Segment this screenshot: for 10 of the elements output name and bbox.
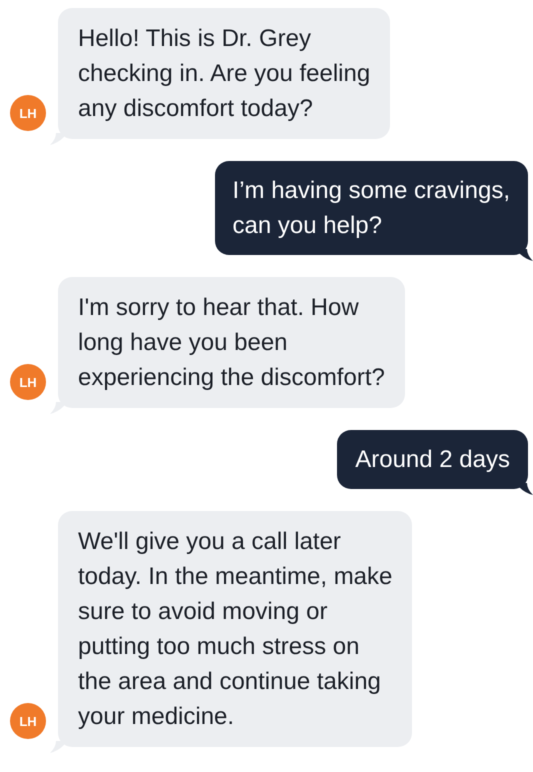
message-bubble: I’m having some cravings, can you help? — [214, 161, 528, 255]
bubble-tail — [519, 249, 533, 261]
avatar: LH — [10, 703, 46, 739]
message-bubble: Around 2 days — [337, 430, 528, 489]
avatar: LH — [10, 364, 46, 400]
bubble-tail — [519, 483, 533, 495]
message-bubble: We'll give you a call later today. In the meantime, make sure to avoid moving or putting too much stress on the area and continue taking your medicine. — [58, 511, 412, 747]
avatar: LH — [10, 95, 46, 131]
message-bubble: I'm sorry to hear that. How long have you been experiencing the discomfort? — [58, 277, 405, 408]
message-bubble: Hello! This is Dr. Grey checking in. Are you feeling any discomfort today? — [58, 8, 390, 139]
